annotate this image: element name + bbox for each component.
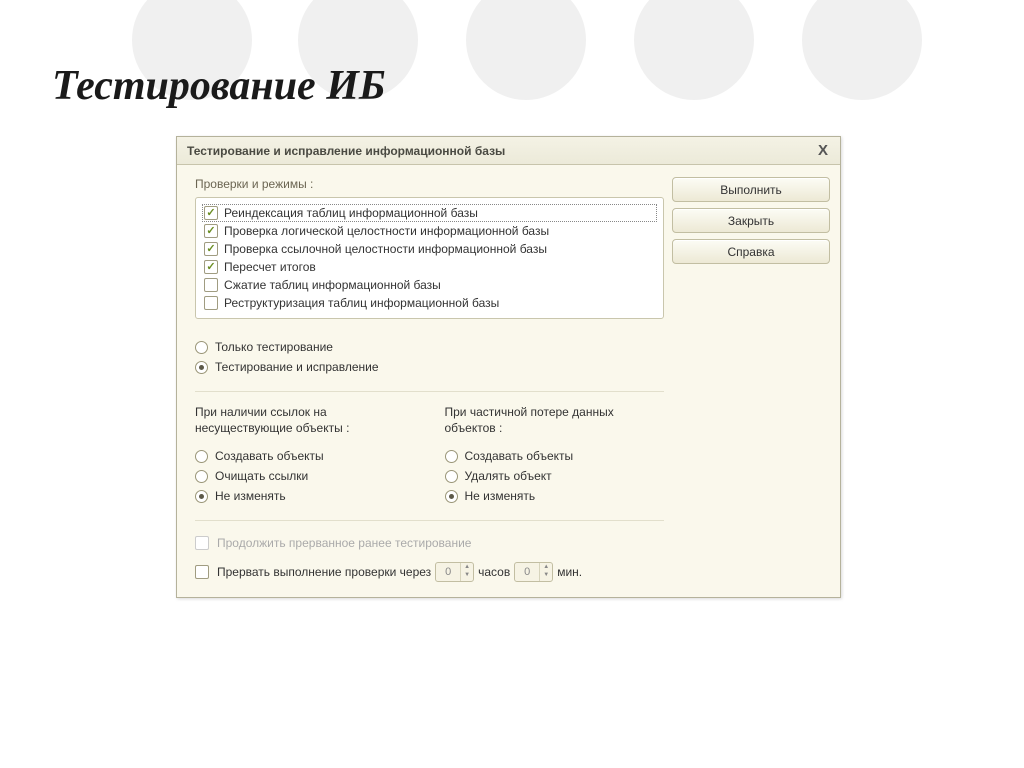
separator	[195, 391, 664, 392]
ref-right-heading: При частичной потере данных объектов :	[445, 404, 665, 436]
ref-right-delete[interactable]: Удалять объект	[445, 466, 665, 486]
checks-group: Реиндексация таблиц информационной базы …	[195, 197, 664, 319]
check-label: Реструктуризация таблиц информационной б…	[224, 296, 499, 310]
radio-icon[interactable]	[445, 470, 458, 483]
check-logical[interactable]: Проверка логической целостности информац…	[202, 222, 657, 240]
help-button[interactable]: Справка	[672, 239, 830, 264]
dialog-window: Тестирование и исправление информационно…	[176, 136, 841, 598]
checkbox-icon[interactable]	[204, 296, 218, 310]
ref-left-create[interactable]: Создавать объекты	[195, 446, 415, 466]
checkbox-icon[interactable]	[204, 260, 218, 274]
mode-radio-group: Только тестирование Тестирование и испра…	[195, 337, 664, 377]
close-button[interactable]: Закрыть	[672, 208, 830, 233]
ref-left-keep[interactable]: Не изменять	[195, 486, 415, 506]
radio-icon[interactable]	[195, 341, 208, 354]
ref-right-create[interactable]: Создавать объекты	[445, 446, 665, 466]
dialog-title: Тестирование и исправление информационно…	[187, 144, 505, 158]
decoration-circle	[802, 0, 922, 100]
radio-icon[interactable]	[195, 490, 208, 503]
hours-suffix: часов	[478, 565, 510, 579]
interrupt-label: Прервать выполнение проверки через	[217, 565, 431, 579]
checkbox-icon[interactable]	[204, 224, 218, 238]
radio-label: Не изменять	[215, 489, 286, 503]
checks-label: Проверки и режимы :	[195, 177, 664, 191]
check-label: Пересчет итогов	[224, 260, 316, 274]
spinner-up-icon[interactable]: ▲	[461, 563, 473, 571]
radio-icon[interactable]	[445, 450, 458, 463]
resume-label: Продолжить прерванное ранее тестирование	[217, 536, 471, 550]
decoration-circle	[466, 0, 586, 100]
radio-label: Не изменять	[465, 489, 536, 503]
radio-icon[interactable]	[195, 450, 208, 463]
separator	[195, 520, 664, 521]
check-label: Проверка ссылочной целостности информаци…	[224, 242, 547, 256]
title-bar: Тестирование и исправление информационно…	[177, 137, 840, 165]
check-recalc[interactable]: Пересчет итогов	[202, 258, 657, 276]
close-icon[interactable]: X	[814, 142, 832, 159]
slide-title: Тестирование ИБ	[52, 62, 386, 110]
radio-label: Тестирование и исправление	[215, 360, 379, 374]
check-compress[interactable]: Сжатие таблиц информационной базы	[202, 276, 657, 294]
mode-test-and-fix[interactable]: Тестирование и исправление	[195, 357, 664, 377]
ref-left-clear[interactable]: Очищать ссылки	[195, 466, 415, 486]
spinner-down-icon[interactable]: ▼	[540, 571, 552, 579]
interrupt-checkbox-row[interactable]: Прервать выполнение проверки через 0 ▲ ▼…	[195, 559, 664, 585]
ref-fix-columns: При наличии ссылок на несуществующие объ…	[195, 404, 664, 506]
checkbox-icon[interactable]	[204, 242, 218, 256]
radio-icon[interactable]	[445, 490, 458, 503]
minutes-value: 0	[515, 566, 539, 578]
mode-test-only[interactable]: Только тестирование	[195, 337, 664, 357]
checkbox-icon[interactable]	[195, 565, 209, 579]
hours-spinner[interactable]: 0 ▲ ▼	[435, 562, 474, 582]
spinner-up-icon[interactable]: ▲	[540, 563, 552, 571]
check-label: Реиндексация таблиц информационной базы	[224, 206, 478, 220]
check-label: Проверка логической целостности информац…	[224, 224, 549, 238]
ref-right-keep[interactable]: Не изменять	[445, 486, 665, 506]
ref-left-heading: При наличии ссылок на несуществующие объ…	[195, 404, 415, 436]
minutes-suffix: мин.	[557, 565, 582, 579]
radio-icon[interactable]	[195, 361, 208, 374]
resume-checkbox-row: Продолжить прерванное ранее тестирование	[195, 533, 664, 553]
radio-label: Очищать ссылки	[215, 469, 308, 483]
spinner-down-icon[interactable]: ▼	[461, 571, 473, 579]
checkbox-icon[interactable]	[204, 206, 218, 220]
checkbox-icon	[195, 536, 209, 550]
check-reindex[interactable]: Реиндексация таблиц информационной базы	[202, 204, 657, 222]
button-column: Выполнить Закрыть Справка	[672, 177, 830, 270]
decoration-circle	[634, 0, 754, 100]
radio-label: Только тестирование	[215, 340, 333, 354]
check-restructure[interactable]: Реструктуризация таблиц информационной б…	[202, 294, 657, 312]
checkbox-icon[interactable]	[204, 278, 218, 292]
radio-label: Создавать объекты	[215, 449, 324, 463]
radio-label: Удалять объект	[465, 469, 552, 483]
check-label: Сжатие таблиц информационной базы	[224, 278, 441, 292]
check-referential[interactable]: Проверка ссылочной целостности информаци…	[202, 240, 657, 258]
radio-icon[interactable]	[195, 470, 208, 483]
radio-label: Создавать объекты	[465, 449, 574, 463]
hours-value: 0	[436, 566, 460, 578]
execute-button[interactable]: Выполнить	[672, 177, 830, 202]
minutes-spinner[interactable]: 0 ▲ ▼	[514, 562, 553, 582]
